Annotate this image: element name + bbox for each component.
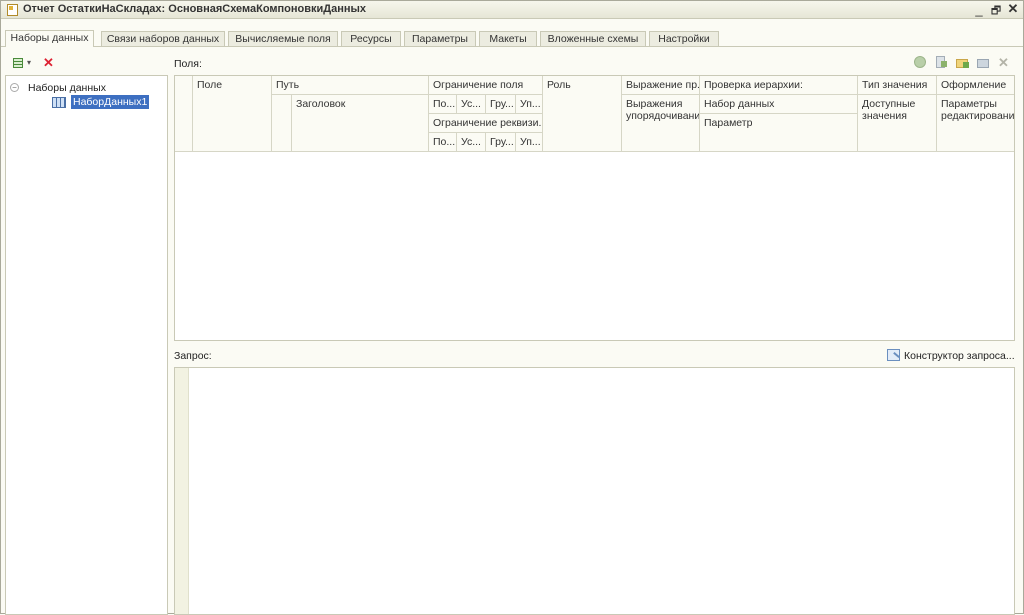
close-button[interactable]: ✕ [1005, 1, 1021, 17]
fields-label: Поля: [174, 58, 202, 70]
title-bar: Отчет ОстаткиНаСкладах: ОсновнаяСхемаКом… [1, 1, 1023, 19]
col-attr-use[interactable]: По... [429, 133, 457, 152]
col-value-type[interactable]: Тип значения [858, 76, 937, 95]
col-attr-restriction[interactable]: Ограничение реквизи... [429, 114, 543, 133]
col-path-spacer [272, 95, 292, 152]
window-title: Отчет ОстаткиНаСкладах: ОсновнаяСхемаКом… [23, 3, 367, 15]
tab-settings[interactable]: Настройки [649, 31, 719, 46]
main-window: Отчет ОстаткиНаСкладах: ОсновнаяСхемаКом… [0, 0, 1024, 615]
document-icon [7, 4, 18, 16]
delete-field-icon[interactable]: ✕ [998, 55, 1010, 70]
table-add-icon [13, 58, 23, 68]
col-expression[interactable]: Выражение пр... [622, 76, 700, 95]
col-restr-order[interactable]: Уп... [516, 95, 543, 114]
col-attr-order[interactable]: Уп... [516, 133, 543, 152]
query-wizard-icon [887, 349, 900, 361]
delete-dataset-button[interactable]: ✕ [43, 55, 54, 71]
col-order-expressions[interactable]: Выражения упорядочивани [622, 95, 700, 152]
col-hierarchy[interactable]: Проверка иерархии: [700, 76, 858, 95]
dropdown-arrow-icon: ▾ [27, 58, 32, 67]
add-dataset-button[interactable]: ▾ [13, 56, 31, 68]
col-role[interactable]: Роль [543, 76, 622, 152]
editor-gutter [175, 368, 189, 614]
folder-add-icon[interactable] [956, 56, 969, 68]
col-restr-cond[interactable]: Ус... [457, 95, 486, 114]
col-path[interactable]: Путь [272, 76, 429, 95]
collapse-icon[interactable]: − [10, 83, 19, 92]
col-attr-group[interactable]: Гру... [486, 133, 516, 152]
table-folder-icon[interactable] [977, 56, 989, 68]
tab-calculated-fields[interactable]: Вычисляемые поля [228, 31, 338, 46]
col-appearance[interactable]: Оформление [937, 76, 1014, 95]
tab-resources[interactable]: Ресурсы [341, 31, 401, 46]
col-hierarchy-param[interactable]: Параметр [700, 114, 858, 152]
col-field-restriction[interactable]: Ограничение поля [429, 76, 543, 95]
col-attr-cond[interactable]: Ус... [457, 133, 486, 152]
tab-parameters[interactable]: Параметры [404, 31, 476, 46]
col-restr-group[interactable]: Гру... [486, 95, 516, 114]
tab-layouts[interactable]: Макеты [479, 31, 537, 46]
restore-button[interactable]: 🗗 [988, 2, 1004, 21]
query-constructor-label: Конструктор запроса... [904, 350, 1015, 362]
table-icon [52, 97, 66, 108]
col-title[interactable]: Заголовок [292, 95, 429, 152]
tree-item-label: НаборДанных1 [71, 95, 150, 109]
minimize-button[interactable]: _ [971, 2, 987, 17]
dataset-tree: − Наборы данных НаборДанных1 [5, 75, 168, 615]
query-text-editor[interactable] [174, 367, 1015, 615]
col-available-values[interactable]: Доступные значения [858, 95, 937, 152]
document-arrow-icon[interactable] [935, 56, 947, 68]
tab-nested-schemas[interactable]: Вложенные схемы [540, 31, 646, 46]
col-hierarchy-dataset[interactable]: Набор данных [700, 95, 858, 114]
query-label: Запрос: [174, 350, 212, 362]
row-marker-column [175, 76, 193, 152]
tree-root-label: Наборы данных [28, 82, 106, 94]
col-restr-use[interactable]: По... [429, 95, 457, 114]
fields-table: Поле Путь Заголовок Ограничение поля По.… [174, 75, 1015, 341]
tab-divider [1, 46, 1023, 47]
col-edit-params[interactable]: Параметры редактировани [937, 95, 1014, 152]
tab-dataset-links[interactable]: Связи наборов данных [101, 31, 225, 46]
green-circle-icon[interactable] [914, 56, 926, 68]
tab-datasets[interactable]: Наборы данных [5, 30, 94, 47]
col-field[interactable]: Поле [193, 76, 272, 152]
